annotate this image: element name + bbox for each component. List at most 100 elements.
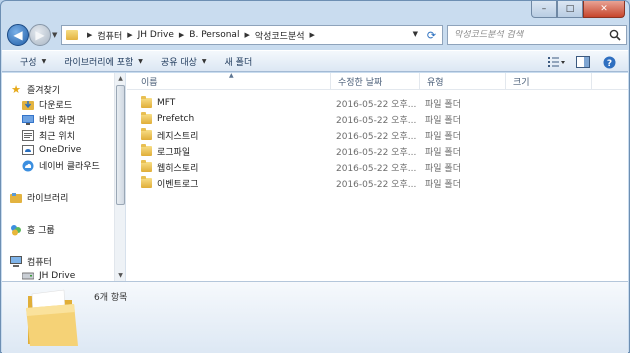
chevron-right-icon[interactable]: ▶ — [310, 31, 315, 39]
chevron-right-icon[interactable]: ▶ — [244, 31, 249, 39]
file-row[interactable]: 로그파일 2016-05-22 오후... 파일 폴더 — [127, 143, 628, 159]
forward-button[interactable]: ▶ — [29, 24, 51, 46]
sort-ascending-icon: ▲ — [229, 72, 234, 79]
organize-button[interactable]: 구성 ▼ — [2, 51, 55, 71]
nav-homegroup[interactable]: 홈 그룹 — [10, 223, 55, 236]
file-date: 2016-05-22 오후... — [336, 131, 417, 142]
file-date: 2016-05-22 오후... — [336, 163, 417, 174]
close-button[interactable]: ✕ — [583, 1, 625, 18]
file-name-cell: Prefetch — [141, 111, 194, 127]
file-row[interactable]: MFT 2016-05-22 오후... 파일 폴더 — [127, 95, 628, 111]
scroll-down-icon[interactable]: ▼ — [115, 270, 125, 281]
homegroup-icon — [10, 224, 22, 236]
onedrive-icon — [22, 144, 34, 156]
column-header-date[interactable]: 수정한 날짜 — [331, 73, 420, 90]
chevron-right-icon[interactable]: ▶ — [87, 31, 92, 39]
breadcrumb-malware-analysis[interactable]: 악성코드분석 — [255, 29, 305, 42]
caption-buttons: – □ ✕ — [531, 1, 625, 18]
column-header-size[interactable]: 크기 — [506, 73, 592, 90]
title-bar: – □ ✕ — [1, 1, 629, 21]
item-count: 6개 항목 — [94, 293, 128, 303]
refresh-icon: ⟳ — [426, 28, 437, 42]
computer-icon — [10, 256, 22, 268]
search-icon[interactable] — [609, 29, 621, 41]
change-view-button[interactable] — [546, 53, 568, 71]
nav-recent-places[interactable]: 최근 위치 — [22, 129, 75, 142]
file-date: 2016-05-22 오후... — [336, 115, 417, 126]
share-with-button[interactable]: 공유 대상 ▼ — [152, 51, 216, 71]
chevron-right-icon[interactable]: ▶ — [127, 31, 132, 39]
file-row[interactable]: 웹히스토리 2016-05-22 오후... 파일 폴더 — [127, 159, 628, 175]
details-view-icon — [548, 57, 565, 67]
preview-pane-button[interactable] — [572, 53, 594, 71]
file-name: MFT — [157, 98, 176, 108]
file-name: Prefetch — [157, 114, 195, 124]
view-controls: ? — [542, 53, 620, 71]
help-icon: ? — [603, 56, 615, 69]
nav-libraries[interactable]: 라이브러리 — [10, 191, 68, 204]
organize-label: 구성 — [20, 57, 37, 68]
folder-icon — [141, 96, 152, 108]
search-input[interactable] — [454, 30, 604, 40]
drive-icon — [22, 270, 34, 281]
arrow-left-icon: ◀ — [13, 28, 23, 42]
include-in-library-label: 라이브러리에 포함 — [64, 57, 134, 68]
file-row[interactable]: Prefetch 2016-05-22 오후... 파일 폴더 — [127, 111, 628, 127]
file-date: 2016-05-22 오후... — [336, 99, 417, 110]
column-header-name[interactable]: 이름 ▲ — [127, 72, 331, 90]
nav-buttons: ◀ ▶ ▼ — [7, 24, 61, 46]
help-button[interactable]: ? — [598, 53, 620, 71]
include-in-library-button[interactable]: 라이브러리에 포함 ▼ — [55, 51, 152, 71]
chevron-right-icon[interactable]: ▶ — [179, 31, 184, 39]
nav-recent-places-label: 최근 위치 — [39, 132, 75, 142]
file-name-cell: 레지스트리 — [141, 127, 198, 143]
address-history-chevron-icon[interactable]: ▼ — [413, 30, 418, 38]
file-row[interactable]: 이벤트로그 2016-05-22 오후... 파일 폴더 — [127, 175, 628, 191]
maximize-button[interactable]: □ — [557, 1, 583, 18]
recent-pages-chevron-icon[interactable]: ▼ — [52, 31, 57, 39]
new-folder-button[interactable]: 새 폴더 — [216, 51, 262, 71]
nav-jh-drive[interactable]: JH Drive — [22, 270, 75, 281]
column-header-type[interactable]: 유형 — [420, 73, 506, 90]
chevron-down-icon: ▼ — [201, 57, 207, 65]
details-pane: 6개 항목 — [2, 281, 628, 353]
breadcrumb-personal[interactable]: B. Personal — [189, 30, 239, 40]
file-name: 로그파일 — [157, 147, 191, 158]
refresh-button[interactable]: ⟳ — [421, 25, 443, 45]
nav-desktop-label: 바탕 화면 — [39, 116, 75, 126]
downloads-icon — [22, 99, 34, 111]
nav-naver-cloud[interactable]: 네이버 클라우드 — [22, 159, 100, 172]
chevron-down-icon: ▼ — [138, 57, 143, 65]
nav-downloads[interactable]: 다운로드 — [22, 98, 72, 111]
scrollbar-thumb[interactable] — [116, 85, 125, 205]
nav-desktop[interactable]: 바탕 화면 — [22, 113, 75, 126]
nav-scrollbar[interactable]: ▲ ▼ — [114, 73, 125, 281]
search-box[interactable] — [447, 25, 627, 45]
folder-icon — [141, 112, 152, 124]
minimize-button[interactable]: – — [531, 1, 557, 18]
folder-icon — [141, 176, 152, 188]
nav-onedrive-label: OneDrive — [39, 145, 82, 155]
address-bar[interactable]: ▶ 컴퓨터 ▶ JH Drive ▶ B. Personal ▶ 악성코드분석 … — [61, 25, 422, 45]
share-with-label: 공유 대상 — [160, 57, 197, 68]
column-size-label: 크기 — [513, 78, 530, 88]
nav-libraries-label: 라이브러리 — [27, 194, 69, 204]
nav-favorites[interactable]: ★ 즐겨찾기 — [10, 83, 60, 96]
cloud-icon — [22, 160, 34, 172]
column-date-label: 수정한 날짜 — [338, 78, 383, 88]
nav-onedrive[interactable]: OneDrive — [22, 144, 81, 156]
file-type: 파일 폴더 — [425, 147, 461, 158]
back-button[interactable]: ◀ — [7, 24, 29, 46]
arrow-right-icon: ▶ — [35, 28, 45, 42]
scroll-up-icon[interactable]: ▲ — [115, 73, 125, 84]
new-folder-label: 새 폴더 — [224, 57, 253, 68]
breadcrumb-jh-drive[interactable]: JH Drive — [138, 30, 174, 40]
nav-computer[interactable]: 컴퓨터 — [10, 255, 52, 268]
desktop-icon — [22, 114, 34, 126]
file-name: 이벤트로그 — [157, 179, 199, 190]
file-row[interactable]: 레지스트리 2016-05-22 오후... 파일 폴더 — [127, 127, 628, 143]
nav-naver-cloud-label: 네이버 클라우드 — [39, 162, 100, 172]
file-type: 파일 폴더 — [425, 99, 461, 110]
file-name-cell: MFT — [141, 95, 175, 111]
breadcrumb-computer[interactable]: 컴퓨터 — [97, 29, 122, 42]
